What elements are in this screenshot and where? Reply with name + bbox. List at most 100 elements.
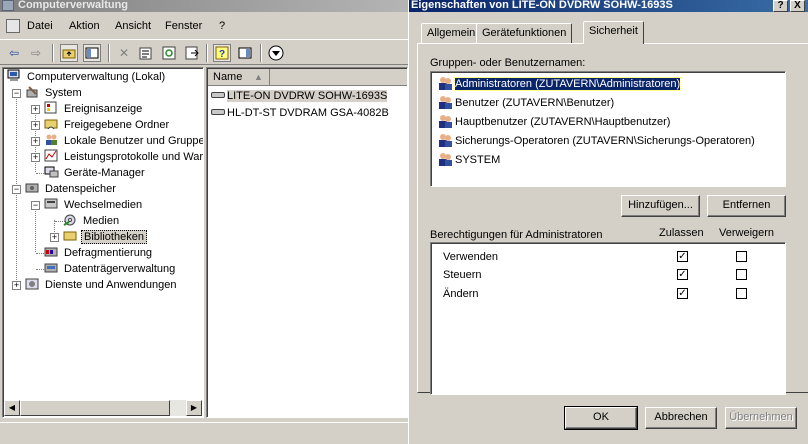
tree-geraete-manager[interactable]: Geräte-Manager — [44, 165, 147, 181]
list-item[interactable]: LITE-ON DVDRW SOHW-1693S — [211, 88, 388, 104]
tree-horizontal-scrollbar[interactable]: ◀ ▶ — [4, 400, 202, 416]
computer-management-icon — [2, 0, 14, 11]
properties-icon[interactable] — [137, 44, 155, 62]
list-item[interactable]: HL-DT-ST DVDRAM GSA-4082B — [211, 105, 389, 121]
menu-aktion[interactable]: Aktion — [69, 20, 100, 32]
tree-root[interactable]: Computerverwaltung (Lokal) — [7, 69, 167, 85]
tab-allgemein[interactable]: Allgemein — [421, 23, 482, 43]
permission-steuern: Steuern — [443, 269, 482, 281]
help-button[interactable]: ? — [773, 0, 788, 12]
users-icon — [46, 134, 57, 145]
expander-leistung[interactable]: + — [31, 153, 40, 162]
menu-bar: Datei Aktion Ansicht Fenster ? — [0, 17, 408, 37]
expander-datenspeicher[interactable]: − — [12, 185, 21, 194]
media-icon — [63, 214, 76, 226]
list-item[interactable]: Sicherungs-Operatoren (ZUTAVERN\Sicherun… — [437, 132, 755, 150]
menu-help[interactable]: ? — [219, 20, 225, 32]
deny-checkbox-verwenden[interactable] — [736, 251, 747, 262]
refresh-icon[interactable] — [160, 44, 178, 62]
apply-button[interactable]: Übernehmen — [725, 407, 797, 429]
deny-column-label: Verweigern — [719, 227, 775, 239]
show-hide-action-pane-icon[interactable] — [236, 44, 254, 62]
expander-ereignis[interactable]: + — [31, 105, 40, 114]
device-manager-icon — [44, 166, 59, 178]
tree-system[interactable]: System — [25, 85, 84, 101]
tree-defragmentierung[interactable]: Defragmentierung — [44, 245, 154, 261]
tree-freigegebene-ordner[interactable]: Freigegebene Ordner — [44, 117, 171, 133]
status-bar — [0, 422, 408, 444]
svg-text:?: ? — [219, 49, 225, 60]
expander-benutzer[interactable]: + — [31, 137, 40, 146]
add-button[interactable]: Hinzufügen... — [621, 195, 700, 217]
action-menu-icon[interactable] — [267, 44, 285, 62]
tree-bibliotheken[interactable]: Bibliotheken — [63, 229, 147, 245]
group-icon — [439, 134, 452, 147]
tree-ereignisanzeige[interactable]: Ereignisanzeige — [44, 101, 144, 117]
result-list[interactable]: Name ▲ LITE-ON DVDRW SOHW-1693S HL-DT-ST… — [206, 67, 408, 418]
dialog-title: Eigenschaften von LITE-ON DVDRW SOHW-169… — [411, 0, 673, 11]
deny-checkbox-aendern[interactable] — [736, 288, 747, 299]
drive-icon — [211, 92, 225, 98]
list-item[interactable]: SYSTEM — [437, 151, 500, 169]
scroll-right-button[interactable]: ▶ — [186, 400, 202, 416]
list-item[interactable]: Hauptbenutzer (ZUTAVERN\Hauptbenutzer) — [437, 113, 670, 131]
disk-management-icon — [44, 263, 58, 273]
removable-media-icon — [44, 198, 58, 209]
user-list[interactable]: Administratoren (ZUTAVERN\Administratore… — [430, 71, 786, 187]
dialog-title-bar: Eigenschaften von LITE-ON DVDRW SOHW-169… — [409, 0, 808, 12]
tree-dienste-und-anwendungen[interactable]: Dienste und Anwendungen — [25, 277, 179, 293]
group-icon — [439, 153, 452, 166]
list-item[interactable]: Administratoren (ZUTAVERN\Administratore… — [437, 75, 682, 93]
tree-datentraegerverwaltung[interactable]: Datenträgerverwaltung — [44, 261, 177, 277]
menu-fenster[interactable]: Fenster — [165, 20, 202, 32]
defrag-icon — [44, 247, 58, 257]
export-list-icon[interactable] — [183, 44, 201, 62]
console-tree[interactable]: Computerverwaltung (Lokal) − System + Er… — [2, 67, 204, 418]
shared-folder-icon — [44, 119, 58, 130]
tree-medien[interactable]: Medien — [63, 213, 121, 229]
allow-column-label: Zulassen — [659, 227, 704, 239]
tools-icon — [26, 86, 38, 98]
performance-log-icon — [44, 149, 58, 162]
expander-wechselmedien[interactable]: − — [31, 201, 40, 210]
drive-icon — [211, 109, 225, 115]
permission-verwenden: Verwenden — [443, 251, 499, 263]
library-folder-icon — [63, 231, 77, 241]
tab-geraetefunktionen[interactable]: Gerätefunktionen — [476, 23, 573, 43]
scroll-thumb[interactable] — [20, 400, 170, 416]
cancel-button[interactable]: Abbrechen — [645, 407, 717, 429]
remove-button[interactable]: Entfernen — [707, 195, 786, 217]
computer-icon — [7, 69, 20, 81]
allow-checkbox-aendern[interactable]: ✓ — [677, 288, 688, 299]
close-button[interactable]: X — [790, 0, 805, 12]
group-icon — [439, 115, 452, 128]
expander-bibliotheken[interactable]: + — [50, 233, 59, 242]
tree-leistungsprotokolle[interactable]: Leistungsprotokolle und Warnungen — [44, 149, 203, 165]
tree-wechselmedien[interactable]: Wechselmedien — [44, 197, 144, 213]
group-icon — [439, 77, 452, 90]
tab-sicherheit[interactable]: Sicherheit — [583, 21, 644, 44]
help-icon[interactable]: ? — [213, 44, 231, 62]
expander-ordner[interactable]: + — [31, 121, 40, 130]
toolbar: ⇦ ⇨ ✕ ? — [0, 39, 408, 65]
menu-datei[interactable]: Datei — [27, 20, 53, 32]
system-menu-icon[interactable] — [6, 19, 20, 33]
back-arrow-icon[interactable]: ⇦ — [5, 44, 23, 62]
allow-checkbox-steuern[interactable]: ✓ — [677, 269, 688, 280]
ok-button[interactable]: OK — [564, 406, 638, 430]
forward-arrow-icon[interactable]: ⇨ — [27, 44, 45, 62]
delete-icon[interactable]: ✕ — [115, 44, 133, 62]
show-hide-console-tree-icon[interactable] — [83, 44, 101, 62]
list-item[interactable]: Benutzer (ZUTAVERN\Benutzer) — [437, 94, 614, 112]
tree-datenspeicher[interactable]: Datenspeicher — [25, 181, 118, 197]
sort-ascending-icon: ▲ — [254, 72, 263, 82]
scroll-left-button[interactable]: ◀ — [4, 400, 20, 416]
permissions-list: Verwenden ✓ Steuern ✓ Ändern ✓ — [430, 242, 786, 395]
expander-dienste[interactable]: + — [12, 281, 21, 290]
allow-checkbox-verwenden[interactable]: ✓ — [677, 251, 688, 262]
tree-lokale-benutzer[interactable]: Lokale Benutzer und Gruppen — [44, 133, 203, 149]
deny-checkbox-steuern[interactable] — [736, 269, 747, 280]
expander-system[interactable]: − — [12, 89, 21, 98]
menu-ansicht[interactable]: Ansicht — [115, 20, 151, 32]
up-folder-icon[interactable] — [60, 44, 78, 62]
